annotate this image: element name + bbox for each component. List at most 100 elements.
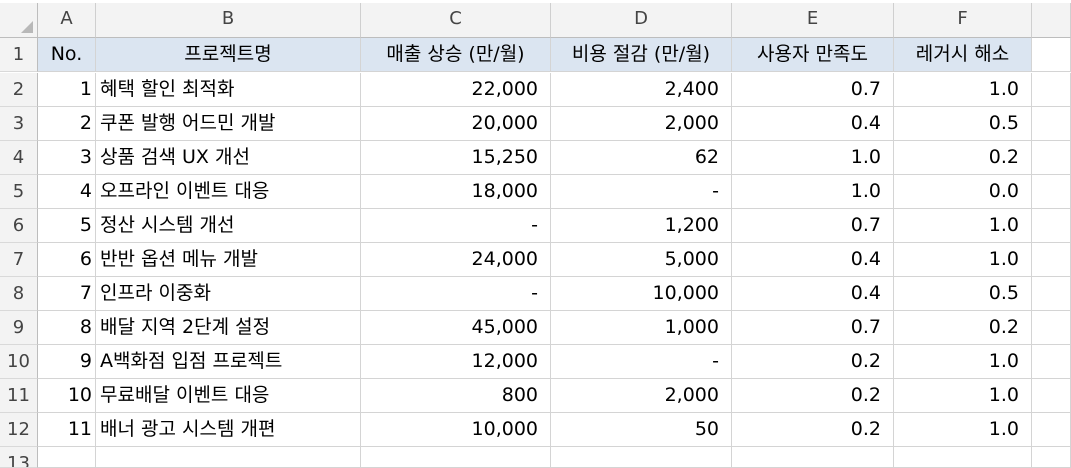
empty-cell[interactable] (38, 447, 96, 468)
cell-satisfaction[interactable]: 0.4 (732, 107, 894, 141)
cell-satisfaction[interactable]: 0.7 (732, 209, 894, 243)
cell-legacy[interactable]: 0.2 (894, 311, 1032, 345)
spreadsheet-grid[interactable]: A B C D E F 1 2 3 4 5 6 7 8 9 10 11 12 13 No. 프로젝트명 매출 상승 (만/… (0, 0, 1071, 468)
cell-no[interactable]: 8 (38, 311, 96, 345)
table-row[interactable] (1032, 311, 1071, 345)
table-header-cost[interactable]: 비용 절감 (만/월) (551, 38, 732, 72)
cell-satisfaction[interactable]: 0.7 (732, 73, 894, 107)
cell-revenue[interactable]: 24,000 (361, 243, 551, 277)
table-header-legacy[interactable]: 레거시 해소 (894, 38, 1032, 72)
cell-cost[interactable]: 62 (551, 141, 732, 175)
cell-project[interactable]: 배너 광고 시스템 개편 (96, 413, 361, 447)
cell-legacy[interactable]: 0.2 (894, 141, 1032, 175)
column-header-f[interactable]: F (894, 0, 1032, 38)
cell-no[interactable]: 6 (38, 243, 96, 277)
cell-cost[interactable]: 1,200 (551, 209, 732, 243)
table-row[interactable] (1032, 175, 1071, 209)
cell-satisfaction[interactable]: 1.0 (732, 141, 894, 175)
table-header-project[interactable]: 프로젝트명 (96, 38, 361, 72)
column-header-e[interactable]: E (732, 0, 894, 38)
row-header-12[interactable]: 12 (0, 413, 38, 447)
table-row[interactable] (1032, 141, 1071, 175)
cell-no[interactable]: 9 (38, 345, 96, 379)
empty-cell[interactable] (894, 447, 1032, 468)
table-row[interactable] (1032, 277, 1071, 311)
cell-revenue[interactable]: 45,000 (361, 311, 551, 345)
cell-cost[interactable]: 10,000 (551, 277, 732, 311)
cell-project[interactable]: 상품 검색 UX 개선 (96, 141, 361, 175)
select-all-corner[interactable] (0, 0, 38, 38)
cell-no[interactable]: 2 (38, 107, 96, 141)
cell-no[interactable]: 3 (38, 141, 96, 175)
cell-cost[interactable]: - (551, 345, 732, 379)
empty-cell[interactable] (361, 447, 551, 468)
row-header-7[interactable]: 7 (0, 243, 38, 277)
empty-cell[interactable] (1032, 447, 1071, 468)
row-header-3[interactable]: 3 (0, 107, 38, 141)
row-header-4[interactable]: 4 (0, 141, 38, 175)
cell-project[interactable]: 무료배달 이벤트 대응 (96, 379, 361, 413)
cell-cost[interactable]: 2,000 (551, 107, 732, 141)
cell-satisfaction[interactable]: 0.4 (732, 243, 894, 277)
cell-legacy[interactable]: 0.0 (894, 175, 1032, 209)
row-header-1[interactable]: 1 (0, 38, 38, 72)
cell-project[interactable]: 반반 옵션 메뉴 개발 (96, 243, 361, 277)
cell-project[interactable]: 정산 시스템 개선 (96, 209, 361, 243)
column-header-a[interactable]: A (38, 0, 96, 38)
row-header-10[interactable]: 10 (0, 345, 38, 379)
cell-cost[interactable]: 5,000 (551, 243, 732, 277)
cell-no[interactable]: 10 (38, 379, 96, 413)
table-header-satisfaction[interactable]: 사용자 만족도 (732, 38, 894, 72)
cell-legacy[interactable]: 1.0 (894, 73, 1032, 107)
cell-no[interactable]: 4 (38, 175, 96, 209)
cell-revenue[interactable]: 12,000 (361, 345, 551, 379)
cell-satisfaction[interactable]: 0.2 (732, 345, 894, 379)
cell-revenue[interactable]: - (361, 277, 551, 311)
cell-revenue[interactable]: 15,250 (361, 141, 551, 175)
cell-revenue[interactable]: 22,000 (361, 73, 551, 107)
table-row[interactable] (1032, 345, 1071, 379)
cell-legacy[interactable]: 1.0 (894, 413, 1032, 447)
column-header-c[interactable]: C (361, 0, 551, 38)
cell-no[interactable]: 7 (38, 277, 96, 311)
table-row[interactable] (1032, 73, 1071, 107)
table-row[interactable] (1032, 107, 1071, 141)
cell-legacy[interactable]: 1.0 (894, 243, 1032, 277)
cell-legacy[interactable]: 0.5 (894, 107, 1032, 141)
empty-cell[interactable] (96, 447, 361, 468)
cell-project[interactable]: 오프라인 이벤트 대응 (96, 175, 361, 209)
cell-satisfaction[interactable]: 1.0 (732, 175, 894, 209)
cell-no[interactable]: 5 (38, 209, 96, 243)
column-header-b[interactable]: B (96, 0, 361, 38)
cell-cost[interactable]: 1,000 (551, 311, 732, 345)
cell-cost[interactable]: 50 (551, 413, 732, 447)
cell-project[interactable]: 배달 지역 2단계 설정 (96, 311, 361, 345)
row-header-2[interactable]: 2 (0, 73, 38, 107)
cell-cost[interactable]: 2,400 (551, 73, 732, 107)
cell-legacy[interactable]: 1.0 (894, 379, 1032, 413)
table-row[interactable] (1032, 243, 1071, 277)
row-header-9[interactable]: 9 (0, 311, 38, 345)
table-row[interactable] (1032, 38, 1071, 72)
column-header-g[interactable] (1032, 0, 1071, 38)
cell-satisfaction[interactable]: 0.7 (732, 311, 894, 345)
cell-satisfaction[interactable]: 0.4 (732, 277, 894, 311)
cell-cost[interactable]: - (551, 175, 732, 209)
cell-legacy[interactable]: 1.0 (894, 345, 1032, 379)
row-header-5[interactable]: 5 (0, 175, 38, 209)
table-row[interactable] (1032, 209, 1071, 243)
table-header-no[interactable]: No. (38, 38, 96, 72)
cell-legacy[interactable]: 1.0 (894, 209, 1032, 243)
cell-legacy[interactable]: 0.5 (894, 277, 1032, 311)
cell-project[interactable]: 쿠폰 발행 어드민 개발 (96, 107, 361, 141)
empty-cell[interactable] (732, 447, 894, 468)
cell-project[interactable]: 인프라 이중화 (96, 277, 361, 311)
cell-revenue[interactable]: 10,000 (361, 413, 551, 447)
cell-cost[interactable]: 2,000 (551, 379, 732, 413)
cell-no[interactable]: 11 (38, 413, 96, 447)
row-header-11[interactable]: 11 (0, 379, 38, 413)
table-header-revenue[interactable]: 매출 상승 (만/월) (361, 38, 551, 72)
cell-satisfaction[interactable]: 0.2 (732, 413, 894, 447)
cell-revenue[interactable]: 800 (361, 379, 551, 413)
cell-satisfaction[interactable]: 0.2 (732, 379, 894, 413)
